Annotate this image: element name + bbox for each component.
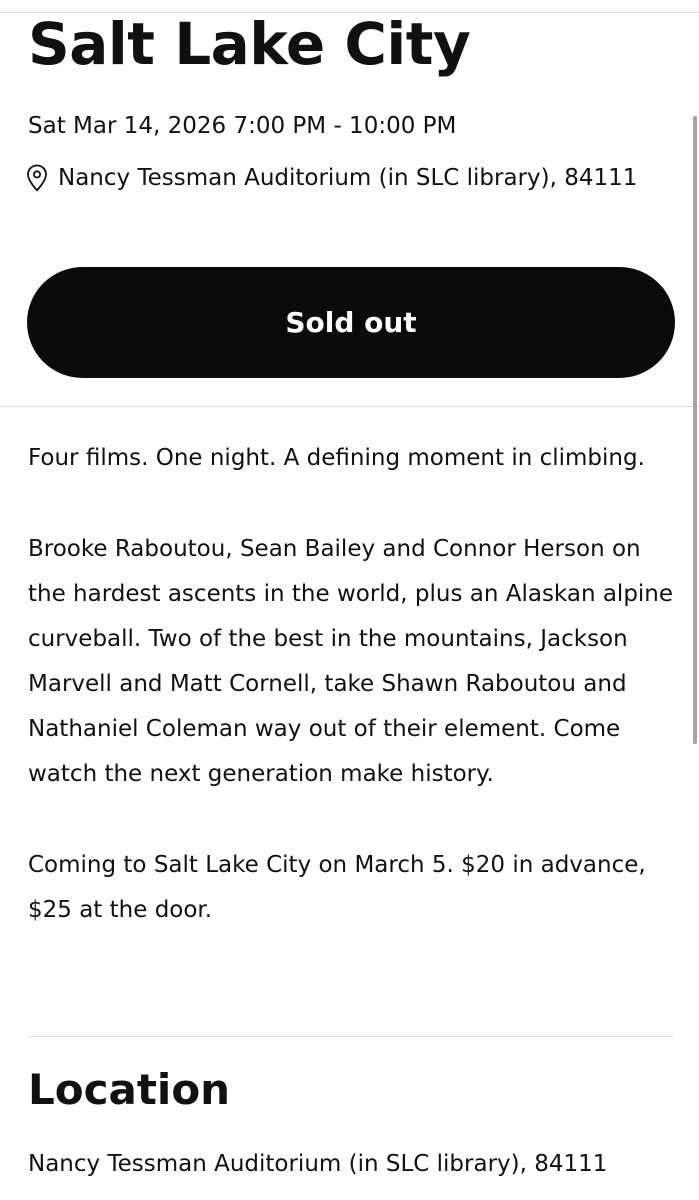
event-title: Salt Lake City [28, 10, 471, 78]
location-pin-icon [27, 164, 47, 192]
content-divider [28, 1036, 674, 1037]
event-description: Four films. One night. A defining moment… [28, 436, 678, 979]
scrollbar-thumb[interactable] [693, 116, 697, 744]
sold-out-button[interactable]: Sold out [27, 267, 675, 378]
location-address[interactable]: Nancy Tessman Auditorium (in SLC library… [28, 1146, 607, 1182]
description-paragraph: Four films. One night. A defining moment… [28, 445, 645, 471]
event-venue-text: Nancy Tessman Auditorium (in SLC library… [58, 165, 638, 191]
section-divider [0, 406, 699, 407]
description-paragraph: Brooke Raboutou, Sean Bailey and Connor … [28, 536, 674, 787]
location-heading: Location [28, 1065, 231, 1114]
event-datetime: Sat Mar 14, 2026 7:00 PM - 10:00 PM [28, 113, 457, 139]
event-venue[interactable]: Nancy Tessman Auditorium (in SLC library… [26, 160, 676, 196]
description-paragraph: Coming to Salt Lake City on March 5. $20… [28, 852, 646, 923]
event-page: Salt Lake City Sat Mar 14, 2026 7:00 PM … [0, 0, 699, 1200]
